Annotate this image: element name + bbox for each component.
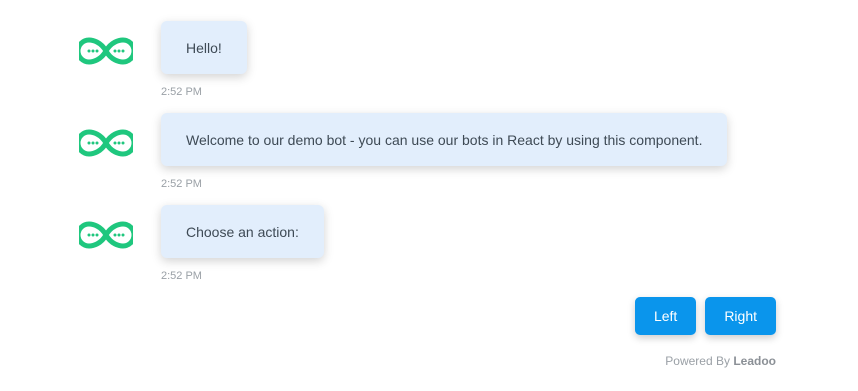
message-text: Choose an action: [186,223,299,240]
message-text: Welcome to our demo bot - you can use ou… [186,131,703,148]
bot-avatar-icon [79,129,133,157]
message-bubble: Choose an action: [161,205,324,258]
right-action-button[interactable]: Right [705,297,776,335]
action-buttons: Left Right [634,297,776,335]
message-bubble: Welcome to our demo bot - you can use ou… [161,113,728,166]
powered-by: Powered By Leadoo [665,354,776,368]
message-timestamp: 2:52 PM [161,86,202,98]
message-text: Hello! [186,39,222,56]
bot-avatar-icon [79,221,133,249]
chat-window: Hello! 2:52 PM Welcome to our demo bot -… [0,0,858,391]
brand-link[interactable]: Leadoo [733,354,776,368]
left-action-button[interactable]: Left [634,297,697,335]
powered-by-label: Powered By [665,354,730,368]
bot-avatar-icon [79,37,133,65]
message-timestamp: 2:52 PM [161,270,202,282]
message-timestamp: 2:52 PM [161,178,202,190]
message-bubble: Hello! [161,21,247,74]
